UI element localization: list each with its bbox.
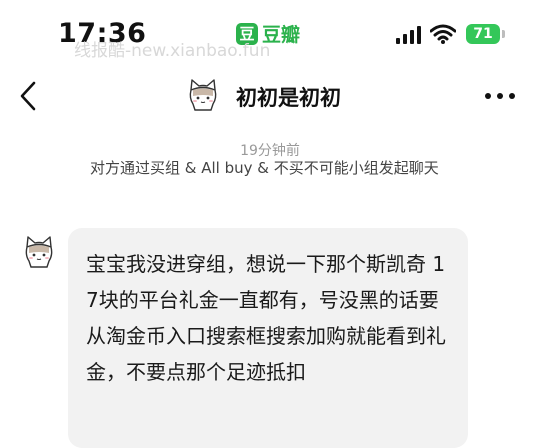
- chat-header: 初初是初初: [0, 68, 540, 124]
- sender-avatar-icon[interactable]: [20, 233, 58, 271]
- cat-avatar-icon[interactable]: [184, 76, 222, 114]
- wifi-icon: [430, 24, 456, 44]
- watermark: 线报酷-new.xianbao.fun: [74, 41, 271, 61]
- message-timestamp: 19分钟前: [240, 143, 300, 159]
- message-text: 宝宝我没进穿组，想说一下那个斯凯奇 17块的平台礼金一直都有，号没黑的话要从淘金…: [86, 252, 446, 384]
- battery-icon: 71: [466, 24, 500, 44]
- chat-title: 初初是初初: [236, 86, 341, 110]
- status-bar: 17:36 豆 豆瓣 线报酷-new.xianbao.fun 71: [0, 0, 540, 61]
- signal-icon: [396, 26, 421, 44]
- battery-tip: [502, 30, 505, 38]
- message-bubble[interactable]: 宝宝我没进穿组，想说一下那个斯凯奇 17块的平台礼金一直都有，号没黑的话要从淘金…: [68, 228, 468, 448]
- more-icon[interactable]: [480, 86, 520, 106]
- system-notice: 对方通过买组 & All buy & 不买不可能小组发起聊天: [90, 159, 439, 177]
- back-icon[interactable]: [16, 80, 40, 112]
